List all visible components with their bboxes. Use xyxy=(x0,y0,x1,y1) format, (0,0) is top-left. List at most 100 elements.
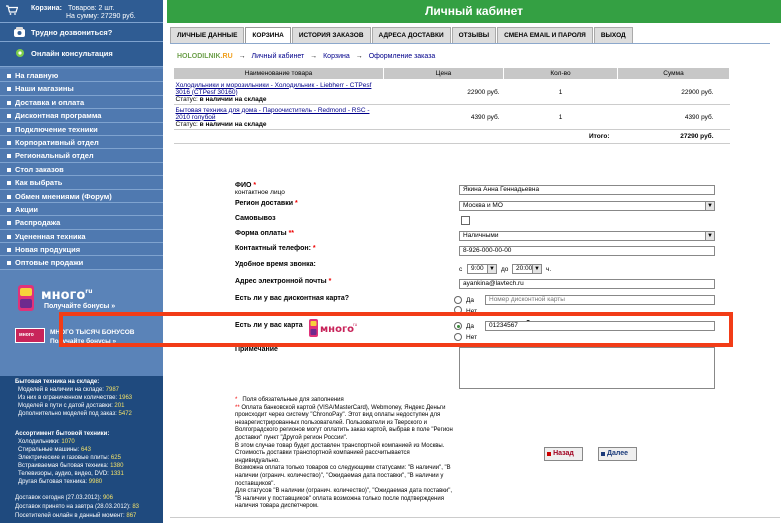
sidebar-help-link[interactable]: Трудно дозвониться? xyxy=(0,23,163,42)
sidebar-item[interactable]: Распродажа xyxy=(0,216,163,230)
product-status: Статус: в наличии на складе xyxy=(176,96,267,103)
sidebar-item-label: Обмен мнениями (Форум) xyxy=(15,191,112,201)
stats-value: 625 xyxy=(110,455,121,461)
stats-label: Доставок принято на завтра (28.03.2012): xyxy=(15,504,131,510)
tab-delivery-addresses[interactable]: АДРЕСА ДОСТАВКИ xyxy=(371,27,451,43)
sidebar-item[interactable]: Акции xyxy=(0,202,163,217)
call-time-label: Удобное время звонка: xyxy=(235,261,316,268)
payment-select[interactable]: Наличными ▼ xyxy=(459,231,715,241)
tab-personal-data[interactable]: ЛИЧНЫЕ ДАННЫЕ xyxy=(170,27,245,43)
status-label: Статус: xyxy=(175,120,198,128)
cell-qty: 1 xyxy=(503,104,618,130)
sidebar-item[interactable]: Как выбрать xyxy=(0,176,163,190)
tabs-divider xyxy=(170,43,770,44)
sidebar-item-label: Наши магазины xyxy=(15,84,74,94)
stats-line: Дополнительно моделей под заказ: 5472 xyxy=(18,411,132,417)
tab-reviews[interactable]: ОТЗЫВЫ xyxy=(451,27,497,43)
breadcrumb-cart-link[interactable]: Корзина xyxy=(323,53,350,60)
stats-heading: Бытовая техника на складе: xyxy=(15,379,100,385)
cart-icon xyxy=(6,5,18,15)
breadcrumb-arrow-icon: → xyxy=(355,53,363,60)
note-paragraph: Для статусов "В наличии (огранич. количе… xyxy=(235,488,453,510)
email-label: Адрес электронной почты * xyxy=(235,278,331,285)
payment-label-text: Форма оплаты xyxy=(235,230,287,237)
bullet-icon xyxy=(7,248,11,253)
sidebar-item[interactable]: Новая продукция xyxy=(0,243,163,257)
stats-line: Встраиваемая бытовая техника: 1380 xyxy=(18,463,123,469)
chevron-down-icon: ▼ xyxy=(532,265,541,273)
sidebar-item[interactable]: Обмен мнениями (Форум) xyxy=(0,189,163,203)
breadcrumb-account-link[interactable]: Личный кабинет xyxy=(252,53,305,60)
comment-textarea[interactable] xyxy=(459,347,715,389)
discount-card-field[interactable]: Номер дисконтной карты xyxy=(485,295,715,305)
sidebar-item[interactable]: Стол заказов xyxy=(0,162,163,177)
back-button[interactable]: Назад xyxy=(544,447,583,461)
stats-line: Доставок сегодня (27.03.2012): 906 xyxy=(15,495,113,501)
warehouse-stats: Бытовая техника на складе: Моделей в нал… xyxy=(0,376,163,523)
region-select[interactable]: Москва и МО ▼ xyxy=(459,201,715,211)
sidebar-item[interactable]: Уцененная техника xyxy=(0,229,163,244)
stats-label: Другая бытовая техника: xyxy=(18,479,88,485)
chevron-down-icon: ▼ xyxy=(705,202,714,210)
region-label: Регион доставки * xyxy=(235,200,298,207)
phone-icon xyxy=(14,27,25,37)
time-from-select[interactable]: 9:00 ▼ xyxy=(467,264,497,274)
sidebar-consult-link[interactable]: Онлайн консультация xyxy=(0,42,163,67)
sidebar-item[interactable]: Региональный отдел xyxy=(0,149,163,163)
bullet-icon xyxy=(7,154,11,159)
discount-yes-radio[interactable] xyxy=(454,296,462,304)
sidebar-item[interactable]: На главную xyxy=(0,69,163,83)
sidebar-item-label: Как выбрать xyxy=(15,178,63,188)
tab-change-email-password[interactable]: СМЕНА EMAIL И ПАРОЛЯ xyxy=(497,27,593,43)
sidebar-item[interactable]: Дисконтная программа xyxy=(0,109,163,123)
tab-cart[interactable]: КОРЗИНА xyxy=(245,27,291,43)
product-status: Статус: в наличии на складе xyxy=(176,121,267,128)
stats-label: Телевизоры, аудио, видео, DVD: xyxy=(18,471,109,477)
stats-line: Холодильники: 1070 xyxy=(18,439,75,445)
mnogo-banner[interactable]: много xyxy=(15,328,45,343)
sidebar-item[interactable]: Наши магазины xyxy=(0,82,163,96)
product-link[interactable]: Холодильники и морозильники - Холодильни… xyxy=(176,82,372,96)
total-label: Итого: xyxy=(503,129,618,144)
phone-field[interactable]: 8-926-000-00-00 xyxy=(459,246,715,256)
next-button[interactable]: Далее xyxy=(598,447,637,461)
mnogo-brand[interactable]: многоru xyxy=(41,288,93,303)
stats-value: 1331 xyxy=(110,471,124,477)
cell-empty xyxy=(173,129,384,144)
sidebar-item-label: Дисконтная программа xyxy=(15,111,102,121)
sidebar-item-label: Новая продукция xyxy=(15,245,81,255)
stats-line: Стиральные машины: 643 xyxy=(18,447,91,453)
time-to-select[interactable]: 20:00 ▼ xyxy=(512,264,542,274)
mnogo-logo-icon[interactable] xyxy=(17,284,35,312)
sidebar-item[interactable]: Корпоративный отдел xyxy=(0,135,163,150)
cell-sum: 22900 руб. xyxy=(617,79,730,105)
tab-logout[interactable]: ВЫХОД xyxy=(593,27,633,43)
help-link-label: Трудно дозвониться? xyxy=(31,28,113,37)
note-text: Оплата банковской картой (VISA/MasterCar… xyxy=(235,404,453,441)
tab-order-history[interactable]: ИСТОРИЯ ЗАКАЗОВ xyxy=(291,27,371,43)
fio-field[interactable]: Якина Анна Геннадьевна xyxy=(459,185,715,195)
page-header: Личный кабинет xyxy=(167,0,781,23)
sidebar-item[interactable]: Доставка и оплата xyxy=(0,95,163,110)
bullet-icon xyxy=(7,74,11,79)
email-field[interactable]: ayankina@lavtech.ru xyxy=(459,279,715,289)
discount-card-label: Есть ли у вас дисконтная карта? xyxy=(235,295,350,302)
sidebar-cart-summary[interactable]: Корзина: Товаров: 2 шт. На сумму: 27290 … xyxy=(0,0,163,23)
stats-heading: Ассортимент бытовой техники: xyxy=(15,431,110,437)
cart-sum: На сумму: 27290 руб. xyxy=(66,13,136,20)
mnogo-bonus-link[interactable]: Получайте бонусы » xyxy=(44,303,115,310)
time-from-value: 9:00 xyxy=(471,265,484,272)
breadcrumb-arrow-icon: → xyxy=(310,53,318,60)
product-link[interactable]: Бытовая техника для дома - Пароочистител… xyxy=(176,107,370,121)
breadcrumb-checkout-link[interactable]: Оформление заказа xyxy=(369,53,436,60)
region-label-text: Регион доставки xyxy=(235,200,294,207)
stats-line: Моделей в пути с датой доставки: 201 xyxy=(18,403,124,409)
sidebar-item-label: Доставка и оплата xyxy=(15,97,85,107)
breadcrumb-home-link[interactable]: HOLODILNIK.RU xyxy=(177,53,233,60)
pickup-checkbox[interactable] xyxy=(461,216,470,225)
discount-yes-label: Да xyxy=(466,297,475,304)
pickup-label: Самовывоз xyxy=(235,215,276,222)
bullet-icon xyxy=(7,127,11,132)
sidebar-item[interactable]: Подключение техники xyxy=(0,122,163,136)
sidebar-item[interactable]: Оптовые продажи xyxy=(0,256,163,270)
